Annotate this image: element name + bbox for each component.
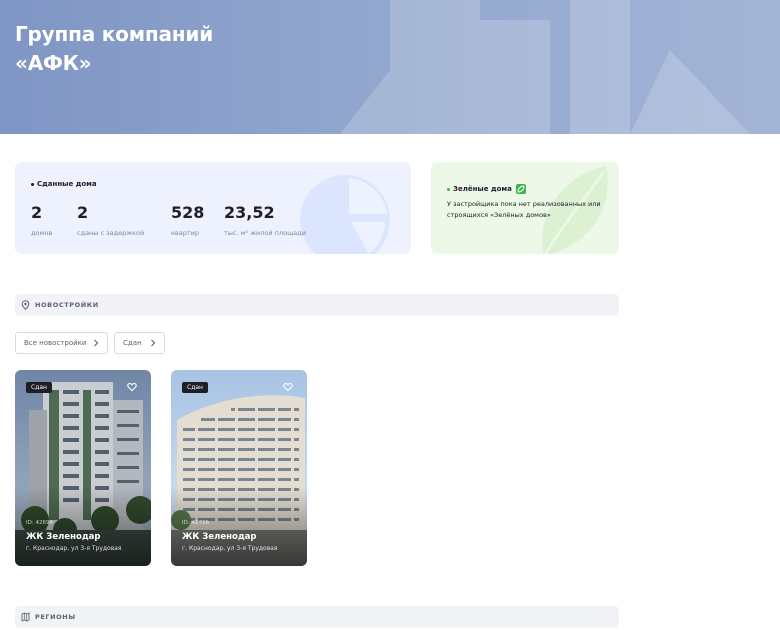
completed-houses-label: Сданные дома — [31, 180, 97, 188]
green-houses-label: Зелёные дома — [447, 184, 527, 194]
map-icon — [21, 612, 30, 622]
project-card[interactable]: Сдан ID: 42694 ЖК Зеленодар г. Краснодар… — [15, 370, 151, 566]
stat-delayed: 2 сданы с задержкой — [77, 203, 145, 238]
card-shade — [171, 486, 307, 566]
hero-banner: Группа компаний «АФК» — [0, 0, 780, 134]
location-pin-icon — [21, 300, 30, 310]
stat-value: 2 — [31, 203, 43, 222]
project-id: ID: 41726 — [182, 520, 209, 526]
page-title: Группа компаний «АФК» — [15, 20, 275, 78]
project-address: г. Краснодар, ул 3-я Трудовая — [182, 545, 278, 552]
project-name: ЖК Зеленодар — [182, 532, 257, 542]
filter-all-new-buildings[interactable]: Все новостройки — [15, 332, 108, 354]
filter-label: Все новостройки — [24, 339, 87, 347]
new-buildings-section-header: НОВОСТРОЙКИ — [15, 294, 619, 316]
stat-value: 2 — [77, 203, 89, 222]
bullet-dot — [447, 187, 450, 191]
project-name: ЖК Зеленодар — [26, 532, 101, 542]
page-title-line-1: Группа компаний — [15, 22, 214, 46]
green-houses-label-text: Зелёные дома — [453, 185, 512, 193]
stat-value: 528 — [171, 203, 205, 222]
stat-apartments: 528 квартир — [171, 203, 205, 238]
page-title-line-2: «АФК» — [15, 51, 92, 75]
completed-houses-label-text: Сданные дома — [37, 180, 97, 188]
stat-caption: квартир — [171, 229, 200, 237]
project-card[interactable]: Сдан ID: 41726 ЖК Зеленодар г. Краснодар… — [171, 370, 307, 566]
filter-completed[interactable]: Сдан — [114, 332, 165, 354]
status-badge: Сдан — [26, 382, 52, 393]
leaf-icon — [516, 184, 527, 194]
regions-section-header: РЕГИОНЫ — [15, 606, 619, 628]
green-houses-card: Зелёные дома У застройщика пока нет реал… — [431, 162, 619, 254]
chevron-right-icon — [94, 339, 99, 347]
heart-icon[interactable] — [283, 382, 293, 392]
regions-section-title: РЕГИОНЫ — [35, 613, 76, 621]
heart-icon[interactable] — [127, 382, 137, 392]
stat-caption: тыс. м² жилой площади — [224, 229, 306, 237]
completed-houses-card: Сданные дома 2 домов 2 сданы с задержкой… — [15, 162, 411, 254]
project-id: ID: 42694 — [26, 520, 53, 526]
stat-caption: сданы с задержкой — [77, 229, 145, 237]
green-houses-text: У застройщика пока нет реализованных или… — [447, 200, 601, 219]
chevron-right-icon — [151, 339, 156, 347]
project-address: г. Краснодар, ул 3-я Трудовая — [26, 545, 122, 552]
stat-houses: 2 домов — [31, 203, 53, 238]
status-badge: Сдан — [182, 382, 208, 393]
buildings-decoration — [340, 0, 750, 134]
stat-living-area: 23,52 тыс. м² жилой площади — [224, 203, 306, 238]
card-shade — [15, 486, 151, 566]
stat-caption: домов — [31, 229, 53, 237]
stat-value: 23,52 — [224, 203, 275, 222]
bullet-dot — [31, 182, 34, 186]
pie-chart-icon — [300, 175, 390, 254]
filter-label: Сдан — [123, 339, 142, 347]
new-buildings-section-title: НОВОСТРОЙКИ — [35, 301, 99, 309]
